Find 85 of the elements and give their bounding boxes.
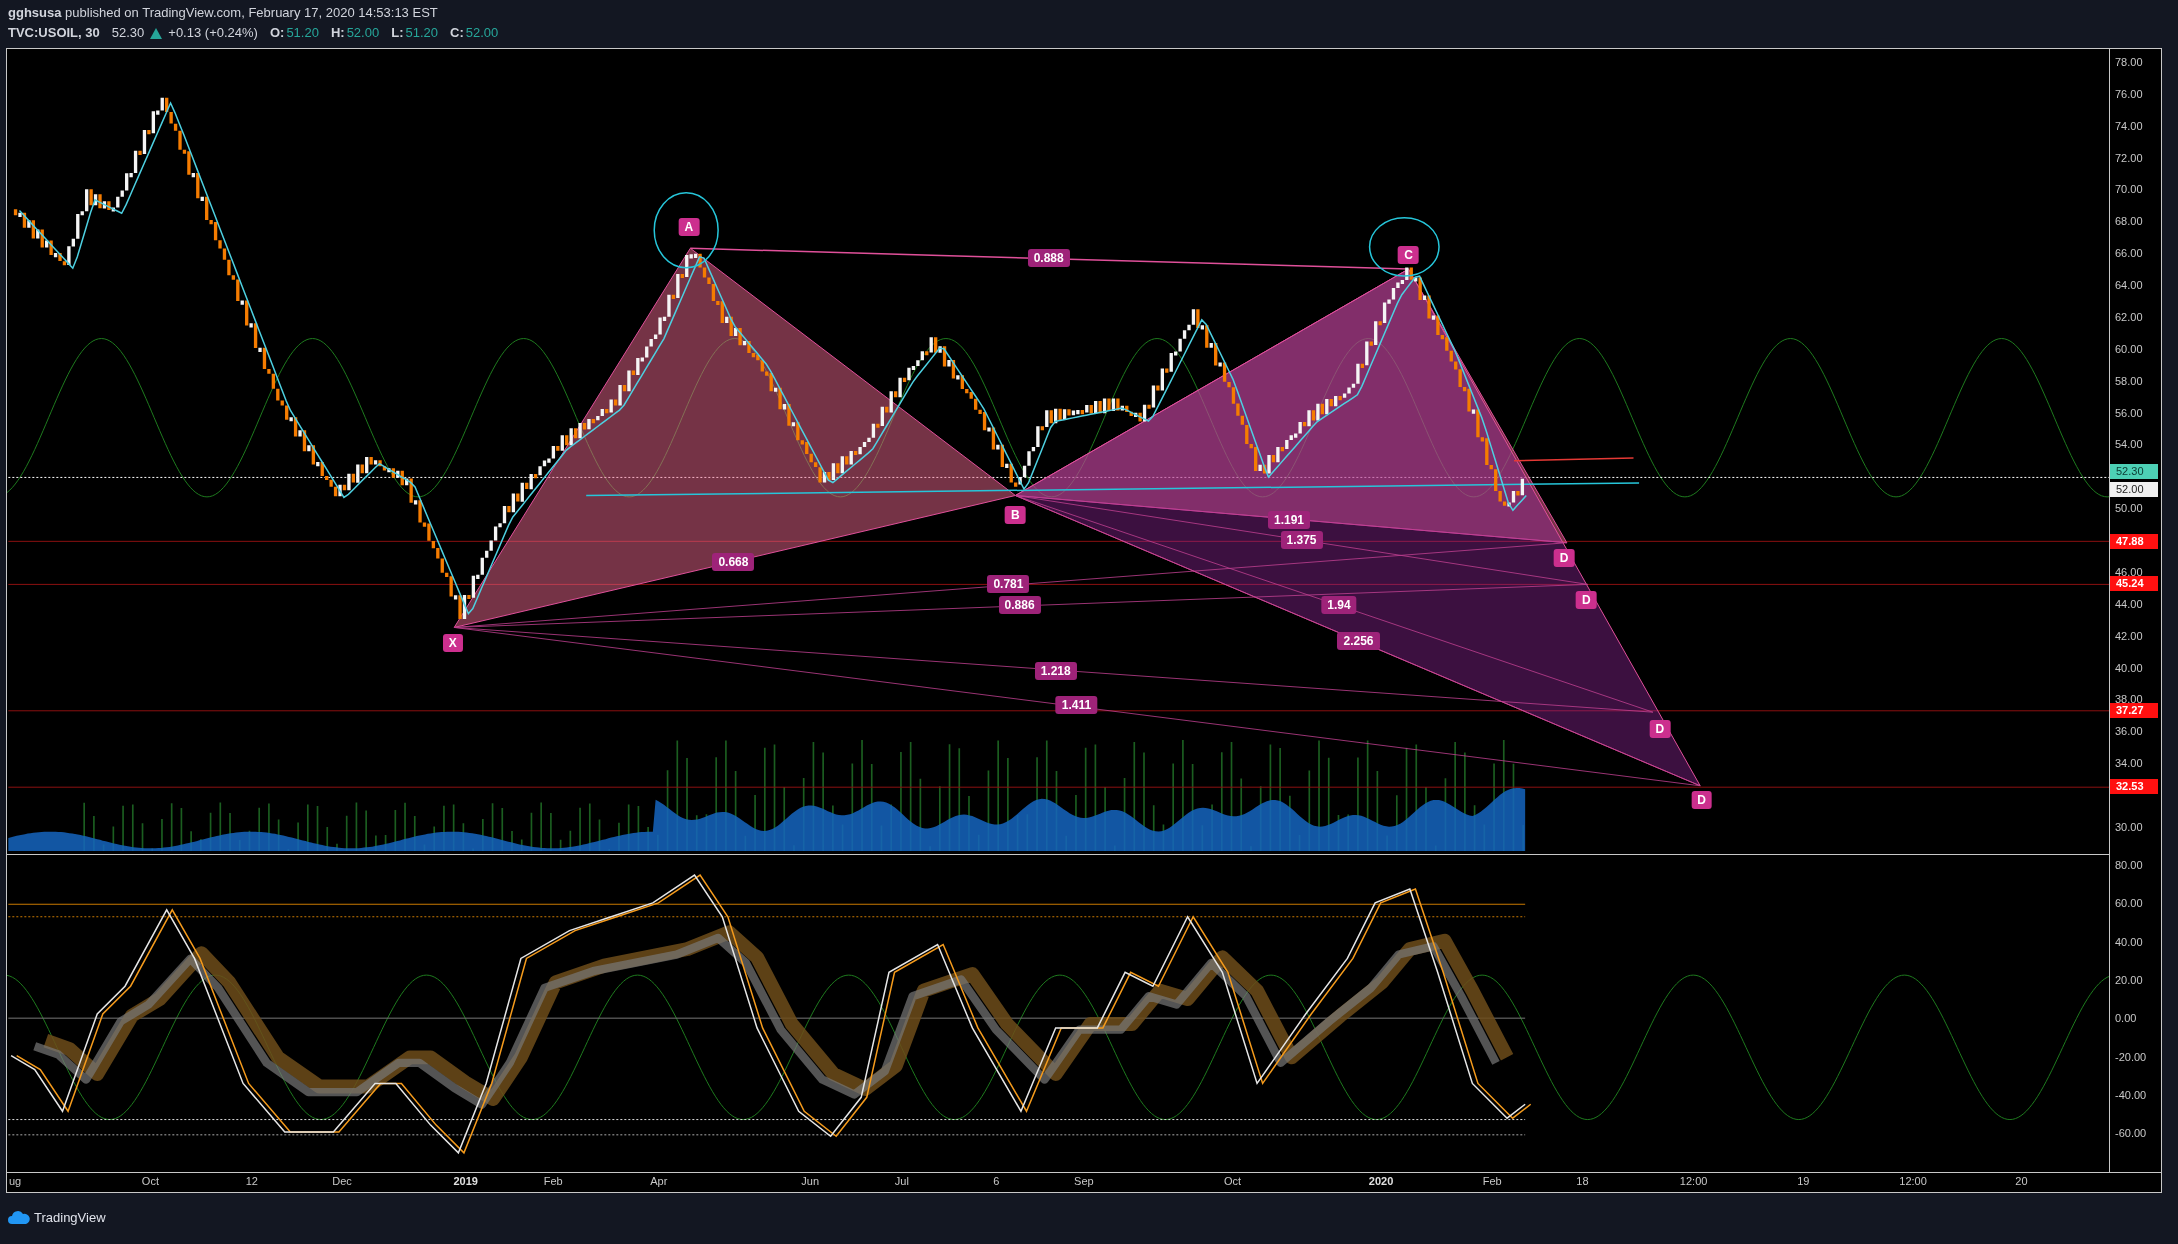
time-label: 19 — [1797, 1175, 1810, 1187]
time-label: 2020 — [1368, 1175, 1394, 1187]
time-label: Jul — [894, 1175, 909, 1187]
time-label: Dec — [332, 1175, 352, 1187]
ratio-label: 1.411 — [1055, 696, 1098, 715]
point-label: D — [1553, 549, 1575, 567]
time-label: Apr — [650, 1175, 668, 1187]
axis-label: 78.00 — [2115, 55, 2143, 69]
ohlc-value: L:51.20 — [391, 24, 438, 42]
time-label: ug — [8, 1175, 22, 1187]
price-tag: 47.88 — [2110, 534, 2158, 549]
axis-label: 20.00 — [2115, 972, 2143, 987]
ratio-label: 1.191 — [1268, 511, 1311, 530]
axis-label: 40.00 — [2115, 934, 2143, 949]
axis-label: 46.00 — [2115, 564, 2143, 579]
time-label: 12:00 — [1679, 1175, 1708, 1187]
axis-label: 36.00 — [2115, 724, 2143, 739]
ratio-label: 2.256 — [1337, 632, 1380, 651]
axis-label: 72.00 — [2115, 150, 2143, 165]
time-label: Sep — [1074, 1175, 1094, 1187]
symbol-name: TVC:USOIL, 30 — [8, 24, 100, 42]
axis-label: 70.00 — [2115, 182, 2143, 197]
time-label: Feb — [1482, 1175, 1502, 1187]
axis-label: 68.00 — [2115, 214, 2143, 229]
ratio-label: 0.668 — [712, 553, 755, 572]
point-label: C — [1398, 246, 1419, 265]
price-tag: 52.00 — [2110, 482, 2158, 497]
axis-label: 66.00 — [2115, 246, 2143, 261]
last-price: 52.30 — [111, 24, 145, 42]
time-label: 18 — [1576, 1175, 1589, 1187]
ratio-label: 1.94 — [1321, 596, 1357, 615]
point-label: A — [678, 218, 700, 237]
brand-name: TradingView — [34, 1209, 106, 1225]
axis-label: 62.00 — [2115, 309, 2143, 324]
time-label: Feb — [543, 1175, 563, 1187]
axis-label: 34.00 — [2115, 756, 2143, 771]
circle-mark — [1368, 216, 1440, 277]
ohlc-value: H:52.00 — [330, 24, 380, 42]
axis-label: 56.00 — [2115, 405, 2143, 420]
axis-label: 0.00 — [2115, 1011, 2137, 1026]
price-tag: 32.53 — [2110, 779, 2158, 794]
axis-label: 42.00 — [2115, 628, 2143, 643]
point-label: D — [1649, 719, 1671, 738]
axis-label: 54.00 — [2115, 437, 2143, 452]
point-label: D — [1691, 790, 1712, 809]
axis-label: 44.00 — [2115, 596, 2143, 611]
time-label: 12 — [245, 1175, 258, 1187]
point-label: X — [442, 633, 463, 652]
axis-label: 60.00 — [2115, 341, 2143, 356]
ohlc-value: C:52.00 — [450, 24, 499, 42]
time-label: 6 — [993, 1175, 1000, 1187]
price-tag: 37.27 — [2110, 703, 2158, 718]
axis-label: 80.00 — [2115, 858, 2143, 872]
ratio-label: 0.888 — [1027, 248, 1070, 267]
time-label: Oct — [1223, 1175, 1241, 1187]
axis-label: -20.00 — [2115, 1049, 2147, 1064]
price-change: +0.13 (+0.24%) — [168, 24, 258, 42]
axis-label: -40.00 — [2115, 1087, 2147, 1102]
axis-label: 60.00 — [2115, 896, 2143, 911]
price-tag: 52.30 — [2110, 464, 2158, 479]
time-label: Oct — [141, 1175, 159, 1187]
publish-info: gghsusa published on TradingView.com, February 17, 2020 14:53:13 EST — [8, 4, 438, 22]
time-label: 2019 — [453, 1175, 478, 1187]
time-label: Jun — [801, 1175, 820, 1187]
axis-label: -60.00 — [2115, 1126, 2147, 1141]
up-triangle-icon — [150, 27, 163, 39]
axis-label: 74.00 — [2115, 118, 2143, 133]
axis-label: 30.00 — [2115, 819, 2143, 834]
axis-label: 58.00 — [2115, 373, 2143, 388]
ratio-label: 1.375 — [1280, 530, 1323, 549]
cloud-logo-icon — [8, 1210, 30, 1224]
axis-label: 64.00 — [2115, 278, 2143, 293]
point-label: D — [1575, 590, 1597, 609]
ratio-label: 0.886 — [998, 596, 1041, 615]
point-label: B — [1005, 505, 1026, 524]
axis-label: 76.00 — [2115, 86, 2143, 101]
axis-label: 38.00 — [2115, 692, 2143, 706]
axis-label: 50.00 — [2115, 501, 2143, 516]
time-label: 12:00 — [1899, 1175, 1927, 1187]
axis-label: 40.00 — [2115, 660, 2143, 675]
ratio-label: 1.218 — [1034, 661, 1077, 680]
price-tag: 45.24 — [2110, 576, 2158, 591]
ohlc-value: O:51.20 — [269, 24, 319, 42]
ratio-label: 0.781 — [987, 575, 1030, 594]
time-label: 20 — [2015, 1175, 2028, 1187]
